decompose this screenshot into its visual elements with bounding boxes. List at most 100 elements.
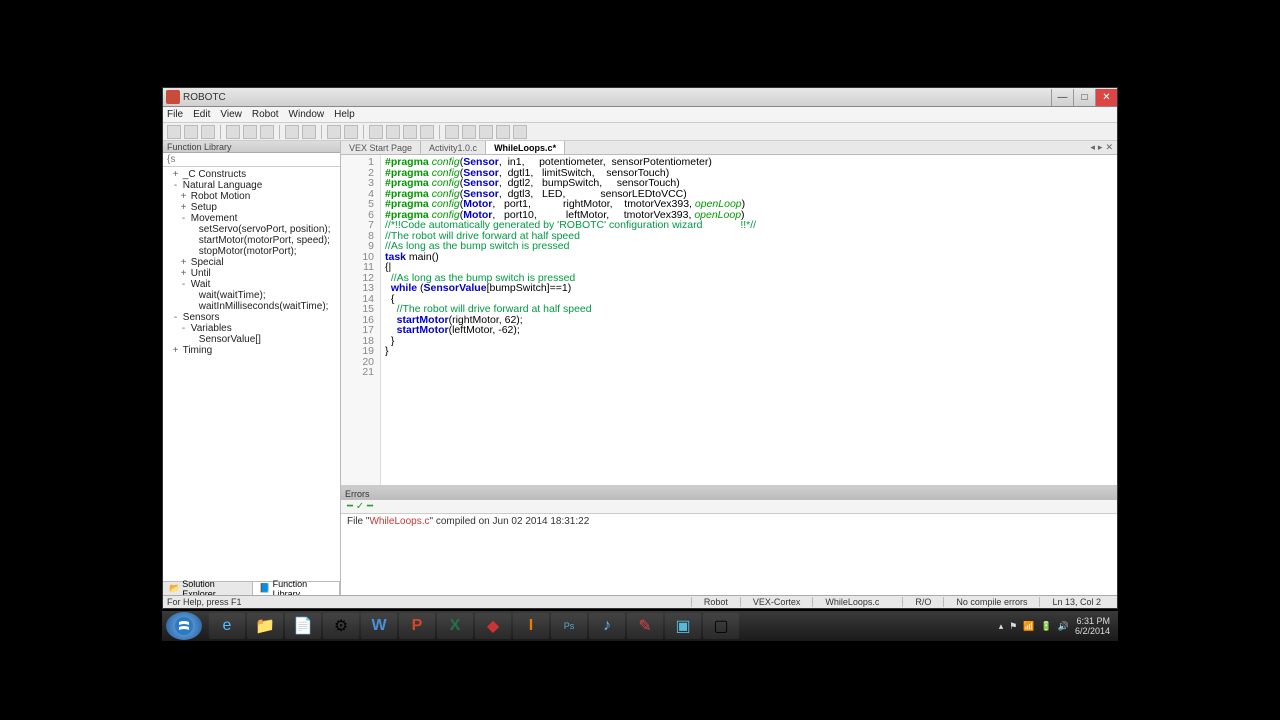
tab-whileloops[interactable]: WhileLoops.c*	[486, 141, 565, 154]
new-icon[interactable]	[167, 125, 181, 139]
indent-right-icon[interactable]	[420, 125, 434, 139]
sidebar-title: Function Library	[163, 141, 340, 153]
open-icon[interactable]	[184, 125, 198, 139]
taskbar-inventor-icon[interactable]: I	[513, 613, 549, 639]
errors-toolbar: ━ ✓ ━	[341, 500, 1117, 514]
check-icon[interactable]: ━ ✓ ━	[347, 501, 373, 512]
tray-network-icon[interactable]: 📶	[1023, 621, 1034, 632]
tree-node[interactable]: waitInMilliseconds(waitTime);	[163, 301, 340, 312]
tree-node[interactable]: setServo(servoPort, position);	[163, 224, 340, 235]
run-icon[interactable]	[462, 125, 476, 139]
code-content[interactable]: #pragma config(Sensor, in1, potentiomete…	[381, 155, 1117, 485]
taskbar-ie-icon[interactable]: e	[209, 613, 245, 639]
refresh-icon[interactable]	[513, 125, 527, 139]
toolbar	[163, 123, 1117, 141]
tree-node[interactable]: - Natural Language	[163, 180, 340, 191]
taskbar-word-icon[interactable]: W	[361, 613, 397, 639]
line-gutter: 123456789101112131415161718192021	[341, 155, 381, 485]
menu-robot[interactable]: Robot	[252, 109, 279, 120]
taskbar-app-icon[interactable]: ⚙	[323, 613, 359, 639]
save-icon[interactable]	[201, 125, 215, 139]
errors-panel: Errors ━ ✓ ━ File "WhileLoops.c" compile…	[341, 485, 1117, 595]
menu-window[interactable]: Window	[289, 109, 325, 120]
tree-node[interactable]: stopMotor(motorPort);	[163, 246, 340, 257]
tree-node[interactable]: + Timing	[163, 345, 340, 356]
tab-close-icon[interactable]: ✕	[1105, 142, 1113, 153]
status-robot: Robot	[691, 597, 740, 607]
download-icon[interactable]	[386, 125, 400, 139]
tab-solution-explorer[interactable]: 📂 Solution Explorer	[163, 582, 253, 595]
taskbar-robotc-icon[interactable]: ◆	[475, 613, 511, 639]
menu-edit[interactable]: Edit	[193, 109, 210, 120]
tab-vex-start[interactable]: VEX Start Page	[341, 141, 421, 154]
taskbar-photoshop-icon[interactable]: Ps	[551, 613, 587, 639]
tray-flag-icon[interactable]: ⚑	[1009, 621, 1017, 632]
tab-function-library[interactable]: 📘 Function Library	[253, 582, 340, 595]
tree-node[interactable]: - Variables	[163, 323, 340, 334]
tray-volume-icon[interactable]: 🔊	[1058, 621, 1069, 632]
tab-nav-right-icon[interactable]: ▸	[1098, 142, 1103, 153]
tray-power-icon[interactable]: 🔋	[1041, 621, 1052, 632]
compile-icon[interactable]	[369, 125, 383, 139]
code-editor[interactable]: 123456789101112131415161718192021 #pragm…	[341, 155, 1117, 485]
statusbar: For Help, press F1 Robot VEX-Cortex Whil…	[163, 595, 1117, 608]
tray-up-icon[interactable]: ▴	[999, 621, 1004, 632]
taskbar-notepad-icon[interactable]: 📄	[285, 613, 321, 639]
taskbar-explorer-icon[interactable]: 📁	[247, 613, 283, 639]
tab-nav-left-icon[interactable]: ◂	[1090, 142, 1095, 153]
tree-node[interactable]: wait(waitTime);	[163, 290, 340, 301]
tree-node[interactable]: + Until	[163, 268, 340, 279]
tree-node[interactable]: + Special	[163, 257, 340, 268]
status-ro: R/O	[902, 597, 943, 607]
window-title: ROBOTC	[183, 92, 226, 103]
bookmark-icon[interactable]	[344, 125, 358, 139]
tree-node[interactable]: SensorValue[]	[163, 334, 340, 345]
menu-file[interactable]: File	[167, 109, 183, 120]
undo-icon[interactable]	[285, 125, 299, 139]
maximize-button[interactable]: □	[1073, 89, 1095, 106]
app-icon	[166, 90, 180, 104]
step-icon[interactable]	[445, 125, 459, 139]
sidebar: Function Library {s + _C Constructs- Nat…	[163, 141, 341, 595]
menu-help[interactable]: Help	[334, 109, 355, 120]
indent-left-icon[interactable]	[403, 125, 417, 139]
tree-node[interactable]: startMotor(motorPort, speed);	[163, 235, 340, 246]
system-tray[interactable]: ▴ ⚑ 📶 🔋 🔊 6:31 PM6/2/2014	[999, 616, 1114, 636]
tree-node[interactable]: + Setup	[163, 202, 340, 213]
taskbar-excel-icon[interactable]: X	[437, 613, 473, 639]
redo-icon[interactable]	[302, 125, 316, 139]
function-tree[interactable]: + _C Constructs- Natural Language+ Robot…	[163, 167, 340, 581]
tree-node[interactable]: + _C Constructs	[163, 169, 340, 180]
find-icon[interactable]	[327, 125, 341, 139]
copy-icon[interactable]	[243, 125, 257, 139]
sidebar-search[interactable]: {s	[163, 153, 340, 167]
taskbar-powerpoint-icon[interactable]: P	[399, 613, 435, 639]
debug-icon[interactable]	[496, 125, 510, 139]
tree-node[interactable]: + Robot Motion	[163, 191, 340, 202]
errors-title: Errors	[341, 488, 1117, 500]
taskbar-itunes-icon[interactable]: ♪	[589, 613, 625, 639]
status-file: WhileLoops.c	[812, 597, 902, 607]
menu-view[interactable]: View	[220, 109, 242, 120]
taskbar-app3-icon[interactable]: ▢	[703, 613, 739, 639]
app-window: ROBOTC — □ ✕ File Edit View Robot Window…	[162, 87, 1118, 609]
taskbar-sketchup-icon[interactable]: ✎	[627, 613, 663, 639]
stop-icon[interactable]	[479, 125, 493, 139]
tray-clock[interactable]: 6:31 PM6/2/2014	[1075, 616, 1110, 636]
cut-icon[interactable]	[226, 125, 240, 139]
status-help: For Help, press F1	[167, 597, 242, 607]
close-button[interactable]: ✕	[1095, 89, 1117, 106]
paste-icon[interactable]	[260, 125, 274, 139]
status-compile: No compile errors	[943, 597, 1039, 607]
taskbar: e 📁 📄 ⚙ W P X ◆ I Ps ♪ ✎ ▣ ▢ ▴ ⚑ 📶 🔋 🔊 6…	[162, 611, 1118, 641]
taskbar-app2-icon[interactable]: ▣	[665, 613, 701, 639]
tree-node[interactable]: - Movement	[163, 213, 340, 224]
titlebar[interactable]: ROBOTC — □ ✕	[163, 88, 1117, 107]
tree-node[interactable]: - Sensors	[163, 312, 340, 323]
editor-tabs: VEX Start Page Activity1.0.c WhileLoops.…	[341, 141, 1117, 155]
start-button[interactable]	[166, 612, 202, 640]
tab-activity[interactable]: Activity1.0.c	[421, 141, 486, 154]
minimize-button[interactable]: —	[1051, 89, 1073, 106]
tree-node[interactable]: - Wait	[163, 279, 340, 290]
status-platform: VEX-Cortex	[740, 597, 813, 607]
